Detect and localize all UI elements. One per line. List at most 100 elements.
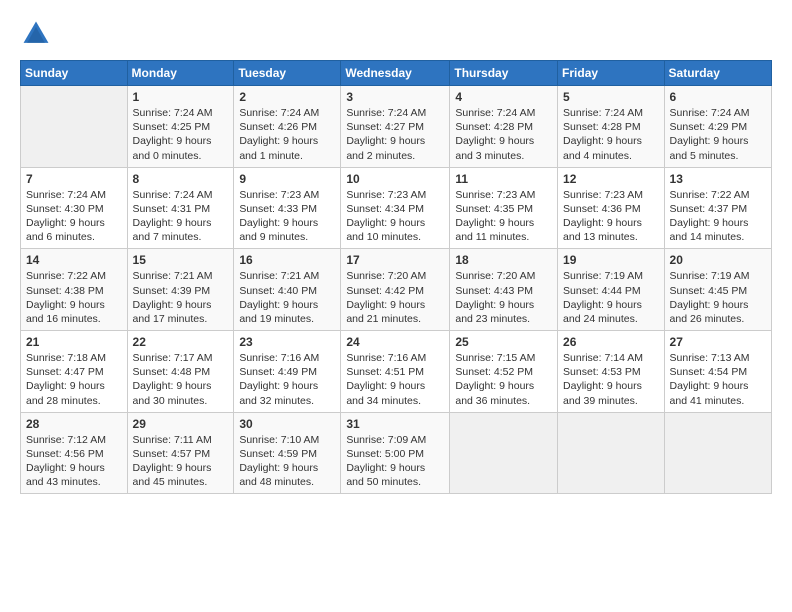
calendar-cell: 10 Sunrise: 7:23 AMSunset: 4:34 PMDayligh… — [341, 167, 450, 249]
header — [20, 18, 772, 50]
day-number: 7 — [26, 172, 122, 186]
calendar-cell: 18 Sunrise: 7:20 AMSunset: 4:43 PMDayligh… — [450, 249, 558, 331]
week-row-5: 28 Sunrise: 7:12 AMSunset: 4:56 PMDayligh… — [21, 412, 772, 494]
cell-details: Sunrise: 7:23 AMSunset: 4:34 PMDaylight:… — [346, 188, 444, 245]
day-number: 30 — [239, 417, 335, 431]
day-number: 23 — [239, 335, 335, 349]
day-number: 9 — [239, 172, 335, 186]
cell-details: Sunrise: 7:09 AMSunset: 5:00 PMDaylight:… — [346, 433, 444, 490]
calendar-cell — [450, 412, 558, 494]
calendar-cell: 24 Sunrise: 7:16 AMSunset: 4:51 PMDayligh… — [341, 331, 450, 413]
day-number: 11 — [455, 172, 552, 186]
day-number: 13 — [670, 172, 766, 186]
logo — [20, 18, 56, 50]
cell-details: Sunrise: 7:23 AMSunset: 4:35 PMDaylight:… — [455, 188, 552, 245]
day-number: 22 — [133, 335, 229, 349]
weekday-header-thursday: Thursday — [450, 61, 558, 86]
calendar-cell — [664, 412, 771, 494]
calendar-cell: 15 Sunrise: 7:21 AMSunset: 4:39 PMDayligh… — [127, 249, 234, 331]
day-number: 1 — [133, 90, 229, 104]
day-number: 17 — [346, 253, 444, 267]
weekday-header-tuesday: Tuesday — [234, 61, 341, 86]
weekday-header-wednesday: Wednesday — [341, 61, 450, 86]
calendar-cell: 4Sunrise: 7:24 AMSunset: 4:28 PMDaylight… — [450, 86, 558, 168]
weekday-header-sunday: Sunday — [21, 61, 128, 86]
logo-icon — [20, 18, 52, 50]
cell-details: Sunrise: 7:10 AMSunset: 4:59 PMDaylight:… — [239, 433, 335, 490]
calendar-cell: 7 Sunrise: 7:24 AMSunset: 4:30 PMDaylight… — [21, 167, 128, 249]
day-number: 12 — [563, 172, 659, 186]
cell-details: Sunrise: 7:15 AMSunset: 4:52 PMDaylight:… — [455, 351, 552, 408]
day-number: 20 — [670, 253, 766, 267]
calendar-cell: 22 Sunrise: 7:17 AMSunset: 4:48 PMDayligh… — [127, 331, 234, 413]
cell-details: Sunrise: 7:24 AMSunset: 4:26 PMDaylight:… — [239, 106, 335, 163]
cell-details: Sunrise: 7:21 AMSunset: 4:40 PMDaylight:… — [239, 269, 335, 326]
calendar-cell: 29 Sunrise: 7:11 AMSunset: 4:57 PMDayligh… — [127, 412, 234, 494]
day-number: 25 — [455, 335, 552, 349]
calendar-cell: 5Sunrise: 7:24 AMSunset: 4:28 PMDaylight… — [558, 86, 665, 168]
calendar-cell — [21, 86, 128, 168]
weekday-header-saturday: Saturday — [664, 61, 771, 86]
calendar-cell: 2 Sunrise: 7:24 AMSunset: 4:26 PMDaylight… — [234, 86, 341, 168]
cell-details: Sunrise: 7:24 AMSunset: 4:30 PMDaylight:… — [26, 188, 122, 245]
calendar-cell — [558, 412, 665, 494]
calendar-cell: 30 Sunrise: 7:10 AMSunset: 4:59 PMDayligh… — [234, 412, 341, 494]
cell-details: Sunrise: 7:24 AMSunset: 4:27 PMDaylight:… — [346, 106, 444, 163]
calendar-cell: 12 Sunrise: 7:23 AMSunset: 4:36 PMDayligh… — [558, 167, 665, 249]
cell-details: Sunrise: 7:16 AMSunset: 4:49 PMDaylight:… — [239, 351, 335, 408]
day-number: 14 — [26, 253, 122, 267]
cell-details: Sunrise: 7:24 AMSunset: 4:28 PMDaylight:… — [455, 106, 552, 163]
cell-details: Sunrise: 7:24 AMSunset: 4:29 PMDaylight:… — [670, 106, 766, 163]
calendar-cell: 25 Sunrise: 7:15 AMSunset: 4:52 PMDayligh… — [450, 331, 558, 413]
day-number: 8 — [133, 172, 229, 186]
calendar-cell: 8 Sunrise: 7:24 AMSunset: 4:31 PMDaylight… — [127, 167, 234, 249]
day-number: 19 — [563, 253, 659, 267]
cell-details: Sunrise: 7:24 AMSunset: 4:25 PMDaylight:… — [133, 106, 229, 163]
weekday-header-friday: Friday — [558, 61, 665, 86]
weekday-header-monday: Monday — [127, 61, 234, 86]
calendar-cell: 11 Sunrise: 7:23 AMSunset: 4:35 PMDayligh… — [450, 167, 558, 249]
cell-details: Sunrise: 7:18 AMSunset: 4:47 PMDaylight:… — [26, 351, 122, 408]
calendar-cell: 27 Sunrise: 7:13 AMSunset: 4:54 PMDayligh… — [664, 331, 771, 413]
cell-details: Sunrise: 7:23 AMSunset: 4:33 PMDaylight:… — [239, 188, 335, 245]
calendar-cell: 17Sunrise: 7:20 AMSunset: 4:42 PMDayligh… — [341, 249, 450, 331]
day-number: 15 — [133, 253, 229, 267]
day-number: 5 — [563, 90, 659, 104]
calendar-cell: 3 Sunrise: 7:24 AMSunset: 4:27 PMDaylight… — [341, 86, 450, 168]
cell-details: Sunrise: 7:23 AMSunset: 4:36 PMDaylight:… — [563, 188, 659, 245]
cell-details: Sunrise: 7:21 AMSunset: 4:39 PMDaylight:… — [133, 269, 229, 326]
calendar-cell: 1 Sunrise: 7:24 AMSunset: 4:25 PMDaylight… — [127, 86, 234, 168]
cell-details: Sunrise: 7:19 AMSunset: 4:45 PMDaylight:… — [670, 269, 766, 326]
day-number: 29 — [133, 417, 229, 431]
day-number: 3 — [346, 90, 444, 104]
calendar-cell: 13Sunrise: 7:22 AMSunset: 4:37 PMDayligh… — [664, 167, 771, 249]
day-number: 21 — [26, 335, 122, 349]
calendar-cell: 23 Sunrise: 7:16 AMSunset: 4:49 PMDayligh… — [234, 331, 341, 413]
cell-details: Sunrise: 7:12 AMSunset: 4:56 PMDaylight:… — [26, 433, 122, 490]
cell-details: Sunrise: 7:20 AMSunset: 4:43 PMDaylight:… — [455, 269, 552, 326]
cell-details: Sunrise: 7:17 AMSunset: 4:48 PMDaylight:… — [133, 351, 229, 408]
day-number: 27 — [670, 335, 766, 349]
calendar-cell: 28 Sunrise: 7:12 AMSunset: 4:56 PMDayligh… — [21, 412, 128, 494]
day-number: 28 — [26, 417, 122, 431]
cell-details: Sunrise: 7:19 AMSunset: 4:44 PMDaylight:… — [563, 269, 659, 326]
cell-details: Sunrise: 7:13 AMSunset: 4:54 PMDaylight:… — [670, 351, 766, 408]
calendar-cell: 20 Sunrise: 7:19 AMSunset: 4:45 PMDayligh… — [664, 249, 771, 331]
cell-details: Sunrise: 7:16 AMSunset: 4:51 PMDaylight:… — [346, 351, 444, 408]
week-row-2: 7 Sunrise: 7:24 AMSunset: 4:30 PMDaylight… — [21, 167, 772, 249]
day-number: 24 — [346, 335, 444, 349]
day-number: 26 — [563, 335, 659, 349]
calendar-cell: 26 Sunrise: 7:14 AMSunset: 4:53 PMDayligh… — [558, 331, 665, 413]
day-number: 16 — [239, 253, 335, 267]
day-number: 18 — [455, 253, 552, 267]
calendar-cell: 14Sunrise: 7:22 AMSunset: 4:38 PMDayligh… — [21, 249, 128, 331]
cell-details: Sunrise: 7:14 AMSunset: 4:53 PMDaylight:… — [563, 351, 659, 408]
day-number: 10 — [346, 172, 444, 186]
week-row-1: 1 Sunrise: 7:24 AMSunset: 4:25 PMDaylight… — [21, 86, 772, 168]
calendar-cell: 16 Sunrise: 7:21 AMSunset: 4:40 PMDayligh… — [234, 249, 341, 331]
calendar-cell: 31Sunrise: 7:09 AMSunset: 5:00 PMDayligh… — [341, 412, 450, 494]
cell-details: Sunrise: 7:11 AMSunset: 4:57 PMDaylight:… — [133, 433, 229, 490]
day-number: 2 — [239, 90, 335, 104]
week-row-3: 14Sunrise: 7:22 AMSunset: 4:38 PMDayligh… — [21, 249, 772, 331]
cell-details: Sunrise: 7:24 AMSunset: 4:31 PMDaylight:… — [133, 188, 229, 245]
